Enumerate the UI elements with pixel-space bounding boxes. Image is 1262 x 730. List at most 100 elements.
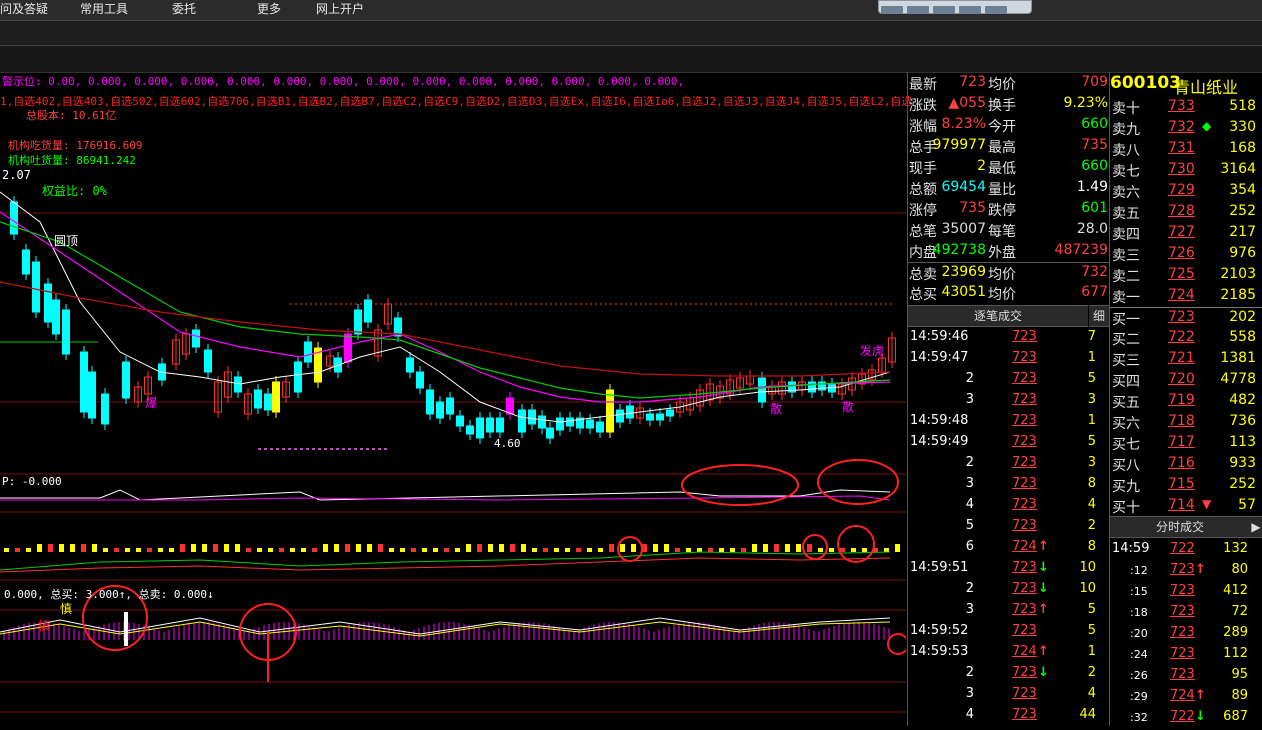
ind2-bar: [246, 548, 251, 552]
tick-price: 723: [1012, 434, 1037, 449]
quote-value: 735: [959, 200, 986, 216]
minute-row: :26 723 95: [1110, 665, 1262, 686]
tool-icon[interactable]: [907, 6, 929, 14]
order-volume: 2103: [1220, 266, 1256, 282]
tool-icon[interactable]: [933, 6, 955, 14]
quote-label: 换手: [988, 98, 1016, 114]
candle-body: [436, 401, 444, 419]
quote-label: 量比: [988, 182, 1016, 198]
order-book-row[interactable]: 卖六 729 354: [1110, 181, 1262, 202]
tab-scroll-right[interactable]: ▶: [1250, 516, 1262, 538]
quote-value: 2: [977, 158, 986, 174]
order-level-label: 卖八: [1112, 143, 1140, 159]
tick-price: 723: [1012, 518, 1037, 533]
menu-item-tools[interactable]: 常用工具: [80, 0, 128, 20]
minute-trade-list[interactable]: 14:59 722 132:12 723 ↑ 80:15 723 412:18 723 72:20…: [1110, 538, 1262, 726]
tool-icon[interactable]: [881, 6, 903, 14]
candle-body: [566, 417, 574, 427]
quote-label: 均价: [988, 287, 1016, 303]
tab-detail[interactable]: 细: [1089, 305, 1109, 327]
tick-time: 5: [965, 518, 974, 533]
ind1-line: [0, 489, 891, 501]
ind2-bar: [455, 548, 460, 552]
order-book-row[interactable]: 买五 719 482: [1110, 391, 1262, 412]
candle-body: [518, 409, 526, 433]
tick-volume: 7: [1087, 329, 1096, 344]
minute-price: 722: [1170, 541, 1195, 556]
order-book-row[interactable]: 卖九 732 ◆ 330: [1110, 118, 1262, 139]
order-volume: 482: [1229, 392, 1256, 408]
ind2-bar: [818, 548, 823, 552]
toolbar-strip-2: [0, 46, 1262, 73]
order-book-row[interactable]: 卖七 730 3164: [1110, 160, 1262, 181]
kline-chart-area[interactable]: 警示位: 0.00, 0.000, 0.000, 0.000, 0.000, 0…: [0, 72, 912, 726]
quote-label: 总买: [909, 287, 937, 303]
tool-icon[interactable]: [959, 6, 981, 14]
minute-price: 723: [1170, 667, 1195, 682]
ind2-bar: [334, 544, 339, 552]
tick-volume: 2: [1087, 665, 1096, 680]
menu-item-open-account[interactable]: 网上开户: [316, 0, 364, 20]
order-book-row[interactable]: 买九 715 252: [1110, 475, 1262, 496]
minute-volume: 89: [1231, 688, 1248, 703]
tick-volume: 5: [1087, 602, 1096, 617]
order-price: 725: [1168, 266, 1195, 282]
order-book-row[interactable]: 卖一 724 2185: [1110, 286, 1262, 307]
tick-price: 723: [1012, 350, 1037, 365]
order-book-row[interactable]: 卖八 731 168: [1110, 139, 1262, 160]
quote-value: 732: [1081, 264, 1108, 280]
ind2-bar: [180, 544, 185, 552]
minute-price: 724: [1170, 688, 1195, 703]
tab-minute-trades[interactable]: 分时成交: [1110, 516, 1250, 538]
tick-volume: 44: [1079, 707, 1096, 722]
ind2-bar: [477, 544, 482, 552]
kline-chart-svg[interactable]: [0, 72, 909, 726]
order-book-row[interactable]: 买十 714 ▼ 57: [1110, 496, 1262, 517]
order-price: 721: [1168, 350, 1195, 366]
highlight-circle: [837, 525, 875, 563]
ind2-bar: [466, 544, 471, 552]
tick-trade-list[interactable]: 14:59:46 723 7 14:59:47 723 1 2 723 5 3 723 3 14:59:…: [908, 327, 1110, 726]
order-book-row[interactable]: 买七 717 113: [1110, 433, 1262, 454]
quote-value: 487239: [1054, 242, 1108, 258]
order-book-row[interactable]: 买三 721 1381: [1110, 349, 1262, 370]
ind2-bar: [125, 548, 130, 552]
order-volume: 57: [1238, 497, 1256, 513]
candle-body: [506, 397, 514, 415]
order-book-row[interactable]: 卖三 726 976: [1110, 244, 1262, 265]
tick-volume: 1: [1087, 644, 1096, 659]
order-book-row[interactable]: 买一 723 202: [1110, 307, 1262, 329]
order-book-row[interactable]: 卖五 728 252: [1110, 202, 1262, 223]
ind2-bar: [345, 544, 350, 552]
order-book-row[interactable]: 买六 718 736: [1110, 412, 1262, 433]
quote-label: 最高: [988, 140, 1016, 156]
ind2-bar: [895, 544, 900, 552]
minute-time: :20: [1130, 627, 1148, 640]
order-level-label: 卖二: [1112, 269, 1140, 285]
order-book-row[interactable]: 买八 716 933: [1110, 454, 1262, 475]
menu-item-qa[interactable]: 问及答疑: [0, 0, 48, 20]
candle-body: [254, 389, 262, 409]
order-book-row[interactable]: 卖二 725 2103: [1110, 265, 1262, 286]
floating-toolbar[interactable]: [878, 0, 1032, 14]
order-book-row[interactable]: 买二 722 558: [1110, 328, 1262, 349]
tool-icon[interactable]: [985, 6, 1007, 14]
ind2-bar: [433, 548, 438, 552]
tick-volume: 2: [1087, 518, 1096, 533]
menu-item-entrust[interactable]: 委托: [172, 0, 196, 20]
order-book-row[interactable]: 卖十 733 518: [1110, 97, 1262, 118]
order-price: 728: [1168, 203, 1195, 219]
tick-volume: 10: [1079, 560, 1096, 575]
order-book-row[interactable]: 卖四 727 217: [1110, 223, 1262, 244]
minute-time: :24: [1130, 648, 1148, 661]
ma60-line: [0, 281, 891, 377]
candle-body: [101, 393, 109, 425]
ind2-bar: [301, 548, 306, 552]
order-book-row[interactable]: 买四 720 4778: [1110, 370, 1262, 391]
ind2-bar: [158, 548, 163, 552]
warning-line-text: 警示位: 0.00, 0.000, 0.000, 0.000, 0.000, 0…: [2, 75, 685, 88]
menu-item-more[interactable]: 更多: [257, 0, 281, 20]
order-price: 722: [1168, 329, 1195, 345]
tab-tick-trades[interactable]: 逐笔成交: [908, 305, 1088, 327]
order-volume: 113: [1229, 434, 1256, 450]
